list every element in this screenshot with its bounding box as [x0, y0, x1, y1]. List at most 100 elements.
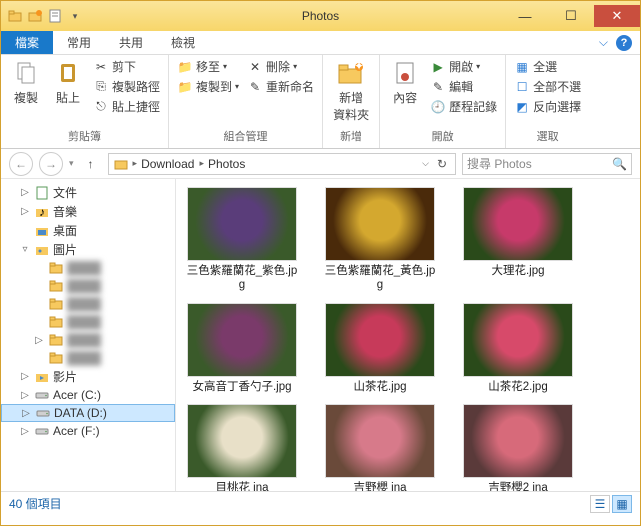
- expand-icon[interactable]: ▷: [33, 335, 45, 346]
- address-row: ← → ▾ ↑ ▸ Download▸ Photos ⌵ ↻ 搜尋 Photos…: [1, 149, 640, 179]
- tree-item[interactable]: ████: [1, 295, 175, 313]
- history-button[interactable]: 🕘歷程記錄: [428, 97, 499, 116]
- ribbon-group-organize: 📁移至▾ 📁複製到▾ ✕刪除▾ ✎重新命名 組合管理: [169, 55, 323, 148]
- file-item[interactable]: 山茶花2.jpg: [460, 303, 576, 395]
- tree-item[interactable]: ▷♪音樂: [1, 202, 175, 221]
- folder-icon: [48, 332, 64, 348]
- move-to-button[interactable]: 📁移至▾: [175, 57, 241, 76]
- paste-shortcut-button[interactable]: ⎋貼上捷徑: [91, 97, 162, 116]
- file-item[interactable]: 山茶花.jpg: [322, 303, 438, 395]
- tree-item[interactable]: ▷Acer (C:): [1, 386, 175, 404]
- minimize-button[interactable]: —: [502, 5, 548, 27]
- maximize-button[interactable]: ☐: [548, 5, 594, 27]
- file-item[interactable]: 女高音丁香勺子.jpg: [184, 303, 300, 395]
- new-folder-button[interactable]: ✦ 新增 資料夾: [329, 57, 373, 125]
- ribbon-collapse-icon[interactable]: ⌵: [599, 35, 608, 50]
- address-bar[interactable]: ▸ Download▸ Photos ⌵ ↻: [108, 153, 456, 175]
- select-all-button[interactable]: ▦全選: [512, 57, 583, 76]
- up-button[interactable]: ↑: [80, 153, 102, 175]
- file-item[interactable]: 三色紫羅蘭花_黃色.jpg: [322, 187, 438, 293]
- tree-item[interactable]: ▷文件: [1, 183, 175, 202]
- file-thumbnail: [325, 404, 435, 478]
- window-title: Photos: [302, 9, 339, 23]
- file-label: 女高音丁香勺子.jpg: [192, 381, 291, 395]
- paste-button[interactable]: 貼上: [49, 57, 87, 108]
- folder-icon: [113, 156, 129, 172]
- tab-share[interactable]: 共用: [105, 31, 157, 54]
- refresh-button[interactable]: ↻: [433, 157, 451, 171]
- open-button[interactable]: ▶開啟▾: [428, 57, 499, 76]
- qat-dropdown-icon[interactable]: ▾: [67, 8, 83, 24]
- ribbon: 複製 貼上 ✂剪下 ⎘複製路徑 ⎋貼上捷徑 剪貼簿 📁移至▾ 📁複製到▾ ✕刪除…: [1, 55, 640, 149]
- delete-button[interactable]: ✕刪除▾: [245, 57, 316, 76]
- expand-icon[interactable]: ▷: [19, 390, 31, 401]
- breadcrumb-segment[interactable]: Photos: [208, 157, 245, 171]
- forward-button[interactable]: →: [39, 152, 63, 176]
- cut-button[interactable]: ✂剪下: [91, 57, 162, 76]
- properties-button[interactable]: 內容: [386, 57, 424, 108]
- nav-tree[interactable]: ▷文件▷♪音樂桌面▿圖片████████████████▷████████▷影片…: [1, 179, 176, 491]
- tree-item-label: ████: [67, 315, 101, 329]
- help-icon[interactable]: ?: [616, 35, 632, 51]
- details-view-button[interactable]: ☰: [590, 495, 610, 513]
- rename-icon: ✎: [247, 79, 263, 95]
- ribbon-group-select: ▦全選 ☐全部不選 ◩反向選擇 選取: [506, 55, 589, 148]
- file-item[interactable]: 目桃花 ina: [184, 404, 300, 491]
- tab-home[interactable]: 常用: [53, 31, 105, 54]
- tree-item[interactable]: ████: [1, 349, 175, 367]
- invert-icon: ◩: [514, 99, 530, 115]
- tree-item-label: 影片: [53, 368, 77, 385]
- video-icon: [34, 369, 50, 385]
- file-thumbnail: [463, 303, 573, 377]
- close-button[interactable]: ✕: [594, 5, 640, 27]
- tree-item-label: ████: [67, 351, 101, 365]
- new-folder-icon[interactable]: [27, 8, 43, 24]
- file-thumbnail: [187, 404, 297, 478]
- invert-selection-button[interactable]: ◩反向選擇: [512, 97, 583, 116]
- tree-item[interactable]: ▷ DATA (D:): [1, 404, 175, 422]
- back-button[interactable]: ←: [9, 152, 33, 176]
- select-none-icon: ☐: [514, 79, 530, 95]
- tree-item-label: ████: [67, 261, 101, 275]
- thumbnails-view-button[interactable]: ▦: [612, 495, 632, 513]
- file-label: 三色紫羅蘭花_黃色.jpg: [322, 265, 438, 293]
- tree-item[interactable]: 桌面: [1, 221, 175, 240]
- expand-icon[interactable]: ▷: [19, 371, 31, 382]
- tree-item-label: 音樂: [53, 203, 77, 220]
- file-item[interactable]: 三色紫羅蘭花_紫色.jpg: [184, 187, 300, 293]
- file-item[interactable]: 大理花.jpg: [460, 187, 576, 293]
- edit-button[interactable]: ✎編輯: [428, 77, 499, 96]
- file-item[interactable]: 吉野櫻 ina: [322, 404, 438, 491]
- tree-item[interactable]: ▿圖片: [1, 240, 175, 259]
- select-none-button[interactable]: ☐全部不選: [512, 77, 583, 96]
- tree-item[interactable]: ▷████: [1, 331, 175, 349]
- expand-icon[interactable]: ▷: [19, 426, 31, 437]
- copy-path-button[interactable]: ⎘複製路徑: [91, 77, 162, 96]
- copy-to-button[interactable]: 📁複製到▾: [175, 77, 241, 96]
- file-grid[interactable]: 三色紫羅蘭花_紫色.jpg 三色紫羅蘭花_黃色.jpg 大理花.jpg 女高音丁香勺子…: [176, 179, 640, 491]
- tree-item[interactable]: ████: [1, 313, 175, 331]
- folder-icon: [48, 350, 64, 366]
- expand-icon[interactable]: ▷: [20, 408, 32, 419]
- search-input[interactable]: 搜尋 Photos 🔍: [462, 153, 632, 175]
- edit-icon: ✎: [430, 79, 446, 95]
- rename-button[interactable]: ✎重新命名: [245, 77, 316, 96]
- breadcrumb-segment[interactable]: Download▸: [141, 157, 204, 171]
- expand-icon[interactable]: ▷: [19, 206, 31, 217]
- tree-item-label: 桌面: [53, 222, 77, 239]
- file-item[interactable]: 吉野櫻2 ina: [460, 404, 576, 491]
- copy-button[interactable]: 複製: [7, 57, 45, 108]
- expand-icon[interactable]: ▷: [19, 187, 31, 198]
- folder-icon: [48, 260, 64, 276]
- expand-icon[interactable]: ▿: [19, 244, 31, 255]
- tree-item-label: DATA (D:): [54, 406, 107, 420]
- tree-item[interactable]: ████: [1, 277, 175, 295]
- properties-icon[interactable]: [47, 8, 63, 24]
- address-dropdown-icon[interactable]: ⌵: [422, 158, 429, 169]
- file-tab[interactable]: 檔案: [1, 31, 53, 54]
- tree-item[interactable]: ▷Acer (F:): [1, 422, 175, 440]
- recent-dropdown-icon[interactable]: ▾: [69, 158, 74, 169]
- tree-item[interactable]: ████: [1, 259, 175, 277]
- tab-view[interactable]: 檢視: [157, 31, 209, 54]
- tree-item[interactable]: ▷ 影片: [1, 367, 175, 386]
